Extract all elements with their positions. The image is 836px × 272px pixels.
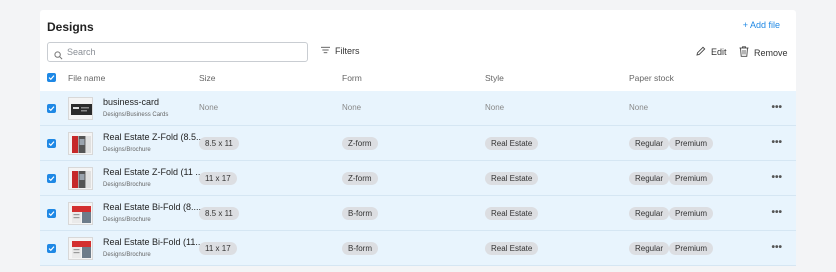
row-checkbox[interactable] xyxy=(47,139,56,148)
filters-button[interactable]: Filters xyxy=(321,46,360,56)
column-form[interactable]: Form xyxy=(342,73,362,83)
more-options-icon[interactable]: ••• xyxy=(771,242,782,253)
file-name[interactable]: Real Estate Bi-Fold (11... xyxy=(103,237,203,247)
form-tag: Z-form xyxy=(342,172,378,185)
file-path: Designs/Brochure xyxy=(103,182,151,188)
file-path: Designs/Brochure xyxy=(103,252,151,258)
paper-tag-regular: Regular xyxy=(629,172,670,185)
panel-title: Designs xyxy=(47,20,94,34)
paper-tag-regular: Regular xyxy=(629,242,670,255)
design-thumbnail[interactable] xyxy=(68,132,93,155)
style-value: None xyxy=(485,103,505,112)
form-tag: Z-form xyxy=(342,137,378,150)
trash-icon xyxy=(739,46,749,59)
file-path: Designs/Business Cards xyxy=(103,112,169,118)
more-options-icon[interactable]: ••• xyxy=(771,172,782,183)
size-value: None xyxy=(199,103,219,112)
file-list: business-card Designs/Business Cards None N… xyxy=(40,91,796,266)
style-tag: Real Estate xyxy=(485,242,539,255)
file-path: Designs/Brochure xyxy=(103,147,151,153)
column-style[interactable]: Style xyxy=(485,73,504,83)
form-tag: B-form xyxy=(342,242,378,255)
file-path: Designs/Brochure xyxy=(103,217,151,223)
remove-label: Remove xyxy=(754,47,788,58)
filters-label: Filters xyxy=(335,46,360,56)
table-row[interactable]: Real Estate Bi-Fold (8.... Designs/Brochu… xyxy=(40,196,796,231)
remove-button[interactable]: Remove xyxy=(739,46,788,59)
file-name[interactable]: Real Estate Bi-Fold (8.... xyxy=(103,202,201,212)
size-tag: 11 x 17 xyxy=(199,172,237,185)
file-name[interactable]: Real Estate Z-Fold (11 ... xyxy=(103,167,203,177)
design-thumbnail[interactable] xyxy=(68,97,93,120)
style-tag: Real Estate xyxy=(485,207,539,220)
paper-tag-premium: Premium xyxy=(669,137,714,150)
row-checkbox[interactable] xyxy=(47,244,56,253)
search-input[interactable] xyxy=(67,45,297,59)
pencil-icon xyxy=(696,46,706,58)
column-paper-stock[interactable]: Paper stock xyxy=(629,73,674,83)
search-icon xyxy=(54,47,63,65)
style-tag: Real Estate xyxy=(485,137,539,150)
design-thumbnail[interactable] xyxy=(68,202,93,225)
more-options-icon[interactable]: ••• xyxy=(771,102,782,113)
table-row[interactable]: Real Estate Bi-Fold (11... Designs/Brochu… xyxy=(40,231,796,266)
paper-tag-regular: Regular xyxy=(629,137,670,150)
column-file-name[interactable]: File name xyxy=(68,73,105,83)
paper-value: None xyxy=(629,103,649,112)
more-options-icon[interactable]: ••• xyxy=(771,137,782,148)
row-checkbox[interactable] xyxy=(47,209,56,218)
search-box[interactable] xyxy=(47,42,308,62)
table-row[interactable]: Real Estate Z-Fold (11 ... Designs/Brochu… xyxy=(40,161,796,196)
style-tag: Real Estate xyxy=(485,172,539,185)
design-thumbnail[interactable] xyxy=(68,237,93,260)
edit-button[interactable]: Edit xyxy=(696,46,727,58)
size-tag: 8.5 x 11 xyxy=(199,207,239,220)
size-tag: 11 x 17 xyxy=(199,242,237,255)
column-size[interactable]: Size xyxy=(199,73,216,83)
select-all-checkbox[interactable] xyxy=(47,73,56,82)
design-thumbnail[interactable] xyxy=(68,167,93,190)
add-file-button[interactable]: + Add file xyxy=(743,20,780,30)
designs-panel: Designs + Add file Filters Edit Remove F… xyxy=(40,10,796,266)
paper-tag-premium: Premium xyxy=(669,207,714,220)
row-checkbox[interactable] xyxy=(47,104,56,113)
table-row[interactable]: business-card Designs/Business Cards None N… xyxy=(40,91,796,126)
form-value: None xyxy=(342,103,362,112)
paper-tag-premium: Premium xyxy=(669,172,714,185)
file-name[interactable]: business-card xyxy=(103,97,159,107)
row-checkbox[interactable] xyxy=(47,174,56,183)
file-name[interactable]: Real Estate Z-Fold (8.5... xyxy=(103,132,204,142)
paper-tag-regular: Regular xyxy=(629,207,670,220)
edit-label: Edit xyxy=(711,47,727,57)
size-tag: 8.5 x 11 xyxy=(199,137,239,150)
paper-tag-premium: Premium xyxy=(669,242,714,255)
more-options-icon[interactable]: ••• xyxy=(771,207,782,218)
table-row[interactable]: Real Estate Z-Fold (8.5... Designs/Brochu… xyxy=(40,126,796,161)
form-tag: B-form xyxy=(342,207,378,220)
filter-icon xyxy=(321,46,330,56)
